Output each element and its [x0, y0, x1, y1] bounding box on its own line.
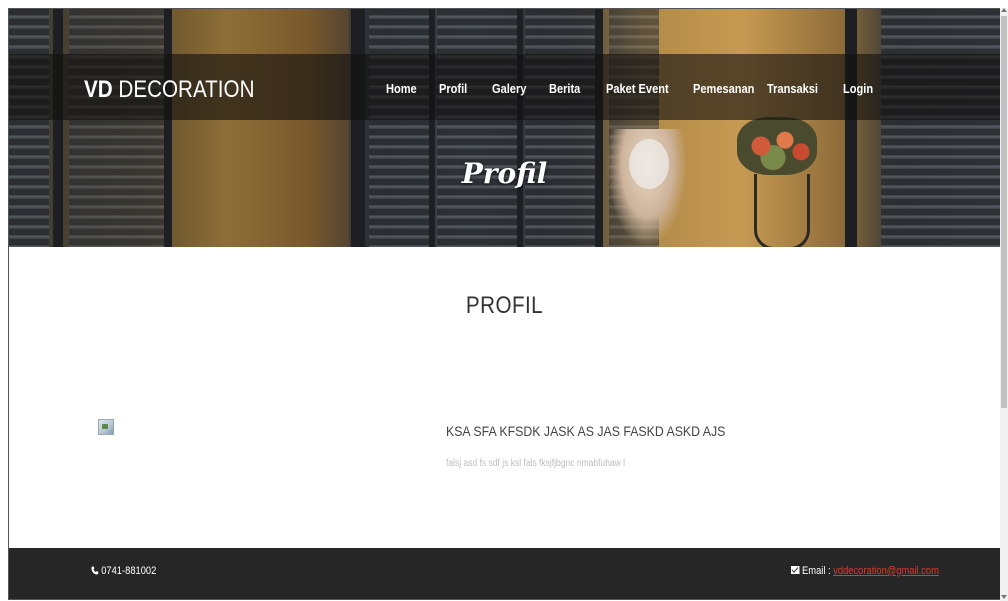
- window-frame: [845, 9, 857, 247]
- page-frame: VD DECORATION Home Profil Galery Berita …: [8, 8, 1001, 600]
- window-frame: [351, 9, 365, 247]
- nav-transaksi[interactable]: Transaksi: [767, 81, 818, 96]
- scroll-up-arrow-icon[interactable]: [1001, 8, 1007, 12]
- nav-home[interactable]: Home: [386, 81, 417, 96]
- footer: 0741-881002 Email : vddecoration@gmail.c…: [9, 548, 1000, 599]
- email-link[interactable]: vddecoration@gmail.com: [833, 565, 939, 577]
- profile-heading: KSA SFA KFSDK JASK AS JAS FASKD ASKD AJS: [446, 423, 726, 439]
- nav-profil[interactable]: Profil: [439, 81, 467, 96]
- window-frame: [429, 9, 435, 247]
- window-shutter: [69, 9, 164, 247]
- phone-number: 0741-881002: [101, 565, 157, 577]
- brand-logo[interactable]: VD DECORATION: [84, 76, 254, 104]
- envelope-icon: [791, 566, 800, 574]
- window-frame: [595, 9, 603, 247]
- nav-galery[interactable]: Galery: [492, 81, 526, 96]
- window-shutter: [9, 9, 49, 247]
- window-shutter: [369, 9, 429, 247]
- nav-login[interactable]: Login: [843, 81, 873, 96]
- wall: [174, 9, 349, 247]
- scroll-down-arrow-icon[interactable]: [1001, 595, 1007, 599]
- phone-icon: [91, 566, 99, 575]
- broken-image-icon: [98, 419, 114, 435]
- footer-phone: 0741-881002: [91, 565, 156, 577]
- nav-berita[interactable]: Berita: [549, 81, 580, 96]
- hero-banner: [9, 9, 1000, 247]
- window-frame: [53, 9, 63, 247]
- footer-email: Email : vddecoration@gmail.com: [791, 565, 939, 577]
- hero-title: Profil: [461, 157, 548, 190]
- nav-paket-event[interactable]: Paket Event: [606, 81, 669, 96]
- window-frame: [164, 9, 172, 247]
- brand-bold: VD: [84, 76, 113, 103]
- profile-text: falsj asd fs sdf js ksl fals fksjfjbgnc …: [446, 458, 626, 469]
- section-title: PROFIL: [465, 292, 544, 319]
- window-frame: [517, 9, 523, 247]
- window-shutter: [437, 9, 517, 247]
- scroll-thumb[interactable]: [1001, 16, 1007, 408]
- brand-rest: DECORATION: [112, 76, 255, 103]
- email-label: Email :: [802, 565, 834, 577]
- window-shutter: [525, 9, 595, 247]
- vertical-scrollbar[interactable]: [1000, 8, 1008, 601]
- nav-pemesanan[interactable]: Pemesanan: [693, 81, 754, 96]
- window-shutter: [881, 9, 1000, 247]
